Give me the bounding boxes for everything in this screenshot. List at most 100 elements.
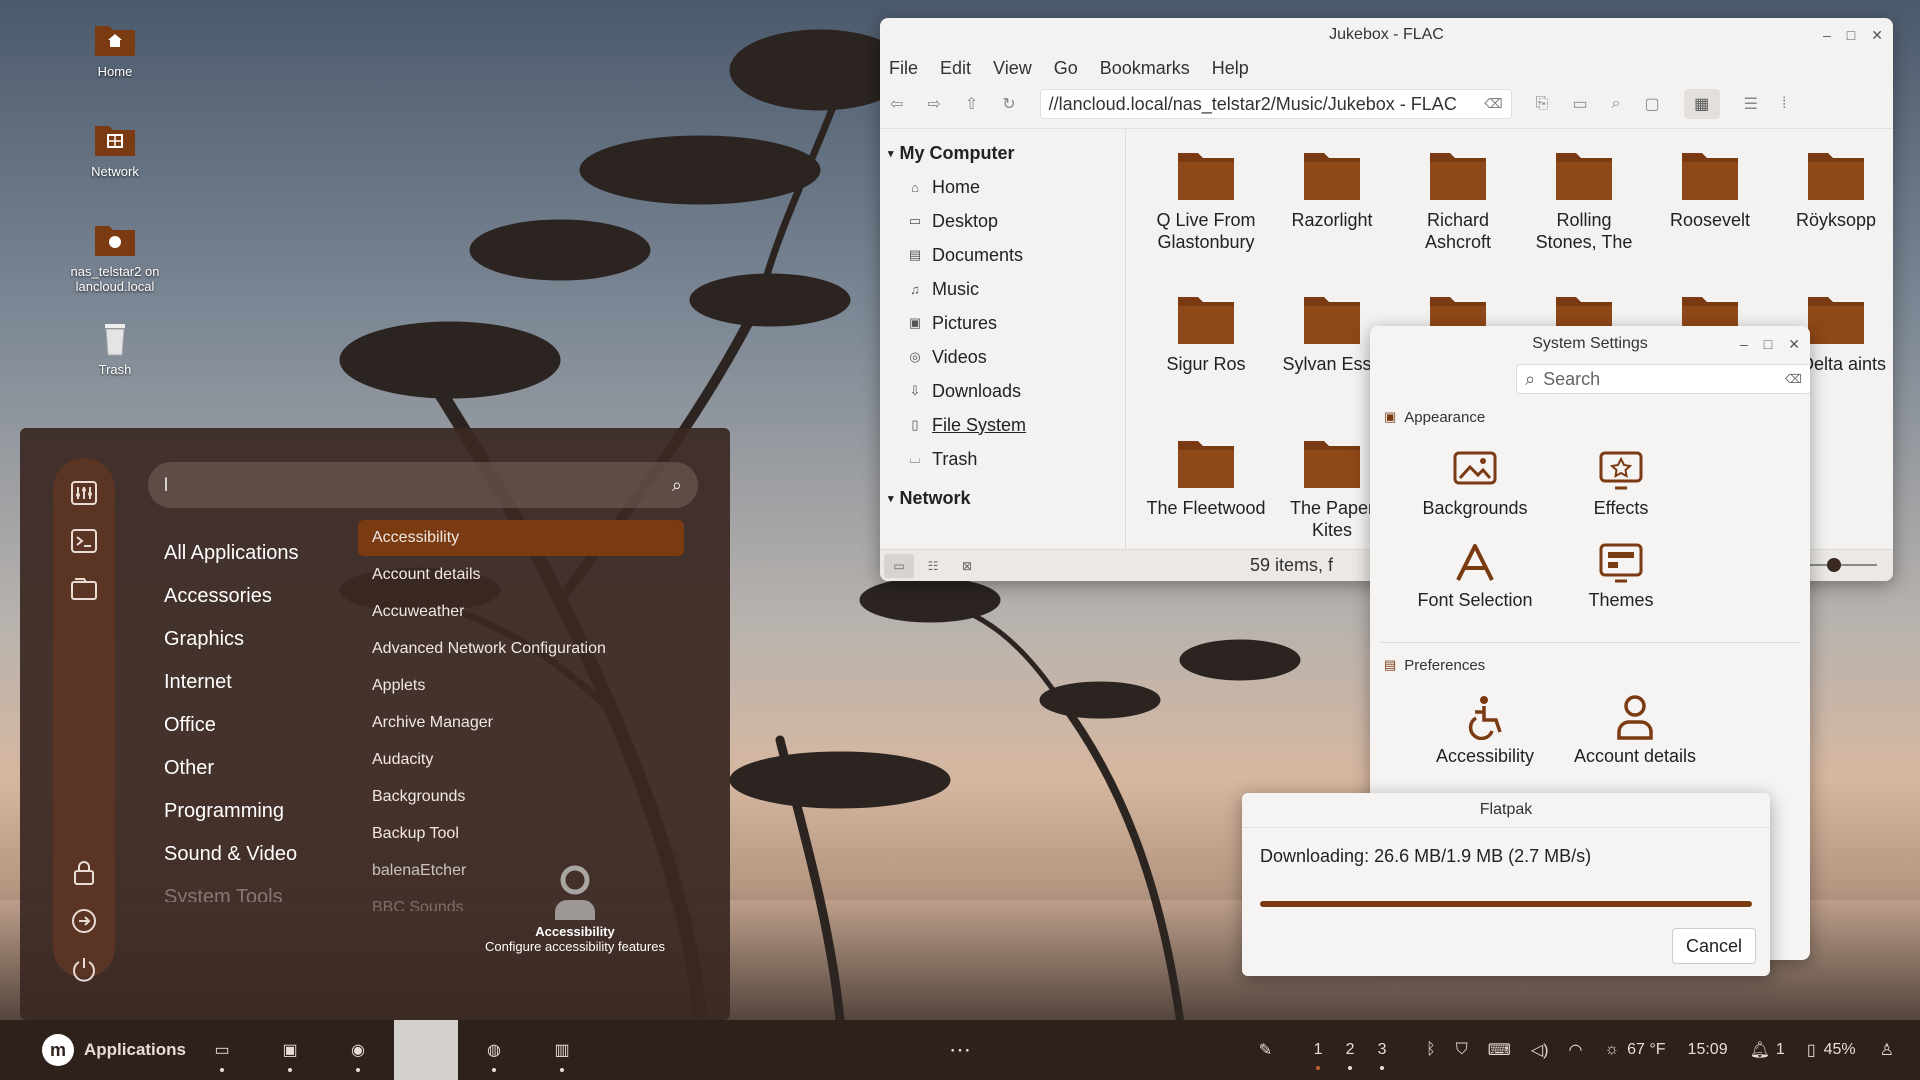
taskbar-browser-launcher[interactable]: ◍ [464,1020,524,1080]
settings-item-accessibility[interactable]: Accessibility [1410,694,1560,767]
category-sound-video[interactable]: Sound & Video [164,843,297,866]
sidebar-item-file-system[interactable]: ▯ File System [880,408,1125,442]
bluetooth-icon[interactable]: ᛒ [1426,1041,1436,1059]
folder-item[interactable]: Sigur Ros [1146,293,1266,375]
taskbar-files-launcher[interactable]: ▭ [192,1020,252,1080]
taskbar-terminal-launcher[interactable]: ▣ [260,1020,320,1080]
folder-item[interactable]: Rolling Stones, The [1524,149,1644,253]
desktop-icon-network-share[interactable]: nas_telstar2 on lancloud.local [60,220,170,294]
compact-view-icon[interactable]: ⁞ [1782,95,1786,113]
sidebar-item-trash[interactable]: ⌴ Trash [880,442,1125,476]
new-folder-icon[interactable]: ▭ [1572,94,1587,114]
taskbar-settings-launcher[interactable]: ▥ [532,1020,592,1080]
clear-location-icon[interactable]: ⌫ [1484,96,1502,112]
menu-go[interactable]: Go [1054,58,1078,79]
category-all-applications[interactable]: All Applications [164,542,299,565]
category-system-tools[interactable]: System Tools [164,886,283,902]
maximize-icon[interactable]: □ [1847,27,1855,43]
battery-icon[interactable]: ▯ [1807,1040,1816,1060]
app-item[interactable]: Backgrounds [372,788,465,806]
category-other[interactable]: Other [164,757,214,780]
app-item[interactable]: Applets [372,677,425,695]
back-icon[interactable]: ⇦ [890,94,903,114]
applications-menu-button[interactable]: m Applications [42,1034,186,1066]
notifications-icon[interactable]: 🔔︎ [1750,1040,1770,1060]
sidebar-item-videos[interactable]: ◎ Videos [880,340,1125,374]
power-icon[interactable] [69,954,99,984]
up-icon[interactable]: ⇧ [965,94,978,114]
weather-icon[interactable]: ☼ [1604,1041,1619,1059]
computer-icon[interactable]: ▢ [1645,94,1660,114]
workspace-1[interactable]: 1 [1302,1020,1334,1080]
desktop-icon-network[interactable]: Network [60,120,170,179]
app-item[interactable]: Backup Tool [372,825,459,843]
location-bar[interactable]: //lancloud.local/nas_telstar2/Music/Juke… [1039,89,1512,119]
sidebar-item-home[interactable]: ⌂ Home [880,170,1125,204]
sidebar-item-documents[interactable]: ▤ Documents [880,238,1125,272]
menu-file[interactable]: File [889,58,918,79]
desktop-icon-trash[interactable]: Trash [60,318,170,377]
taskbar-disks-launcher[interactable]: ◉ [328,1020,388,1080]
zoom-slider[interactable] [1807,558,1877,572]
reload-icon[interactable]: ↻ [1002,94,1015,114]
notification-count[interactable]: 1 [1776,1041,1785,1059]
volume-icon[interactable]: ◁) [1531,1040,1549,1060]
icon-view-icon[interactable]: ▦ [1683,89,1720,119]
category-programming[interactable]: Programming [164,800,284,823]
app-item[interactable]: BBC Sounds [372,899,464,911]
shield-icon[interactable]: ⛉ [1456,1041,1468,1059]
clock[interactable]: 15:09 [1688,1041,1728,1059]
minimize-icon[interactable]: – [1740,336,1748,352]
weather-temperature[interactable]: 67 °F [1627,1041,1665,1059]
window-titlebar[interactable]: System Settings – □ ✕ [1370,326,1810,362]
keyboard-icon[interactable]: ⌨ [1488,1040,1511,1060]
maximize-icon[interactable]: □ [1764,336,1772,352]
user-icon[interactable]: ♙ [1880,1040,1894,1060]
app-item[interactable]: Audacity [372,751,433,769]
folder-item[interactable]: Roosevelt [1650,149,1770,231]
sidebar-item-music[interactable]: ♫ Music [880,272,1125,306]
folder-item[interactable]: Röyksopp [1776,149,1893,231]
desktop-icon-home[interactable]: Home [60,20,170,79]
sidebar-section-network[interactable]: ▾ Network [880,482,1125,515]
window-titlebar[interactable]: Jukebox - FLAC – □ ✕ [880,18,1893,52]
list-view-icon[interactable]: ☰ [1744,94,1758,114]
terminal-icon[interactable] [69,526,99,556]
toggle-location-icon[interactable]: ⎘ [1536,95,1549,113]
search-input[interactable]: ⌕ Search ⌫ [1516,364,1810,394]
menu-edit[interactable]: Edit [940,58,971,79]
system-settings-icon[interactable] [69,478,99,508]
app-item[interactable]: Archive Manager [372,714,493,732]
settings-item-account-details[interactable]: Account details [1560,694,1710,767]
folder-item[interactable]: Q Live From Glastonbury [1146,149,1266,253]
folder-item[interactable]: The Fleetwood [1146,437,1266,519]
pen-icon[interactable]: ✎ [1259,1040,1272,1060]
workspace-3[interactable]: 3 [1366,1020,1398,1080]
settings-item-backgrounds[interactable]: Backgrounds [1400,450,1550,519]
menu-bookmarks[interactable]: Bookmarks [1100,58,1190,79]
more-apps-button[interactable]: ⋯ [930,1020,990,1080]
app-item[interactable]: Account details [372,566,481,584]
category-accessories[interactable]: Accessories [164,585,272,608]
show-treeview-icon[interactable]: ☷ [918,554,948,578]
folder-item[interactable]: Razorlight [1272,149,1392,231]
zoom-slider-handle[interactable] [1827,558,1841,572]
settings-item-font-selection[interactable]: Font Selection [1400,542,1550,611]
show-places-icon[interactable]: ▭ [884,553,914,578]
app-item[interactable]: Accuweather [372,603,465,621]
battery-level[interactable]: 45% [1824,1041,1856,1059]
workspace-2[interactable]: 2 [1334,1020,1366,1080]
minimize-icon[interactable]: – [1823,27,1831,43]
app-item-accessibility[interactable]: Accessibility [358,520,684,556]
app-item[interactable]: Advanced Network Configuration [372,640,606,658]
forward-icon[interactable]: ⇨ [927,94,940,114]
cancel-button[interactable]: Cancel [1672,928,1756,964]
taskbar-active-window[interactable] [394,1020,458,1080]
menu-view[interactable]: View [993,58,1032,79]
menu-search-input[interactable]: l ⌕ [148,462,698,508]
folder-item[interactable]: Richard Ashcroft [1398,149,1518,253]
sidebar-item-pictures[interactable]: ▣ Pictures [880,306,1125,340]
category-office[interactable]: Office [164,714,216,737]
category-graphics[interactable]: Graphics [164,628,244,651]
wifi-icon[interactable]: ◠ [1568,1040,1582,1060]
